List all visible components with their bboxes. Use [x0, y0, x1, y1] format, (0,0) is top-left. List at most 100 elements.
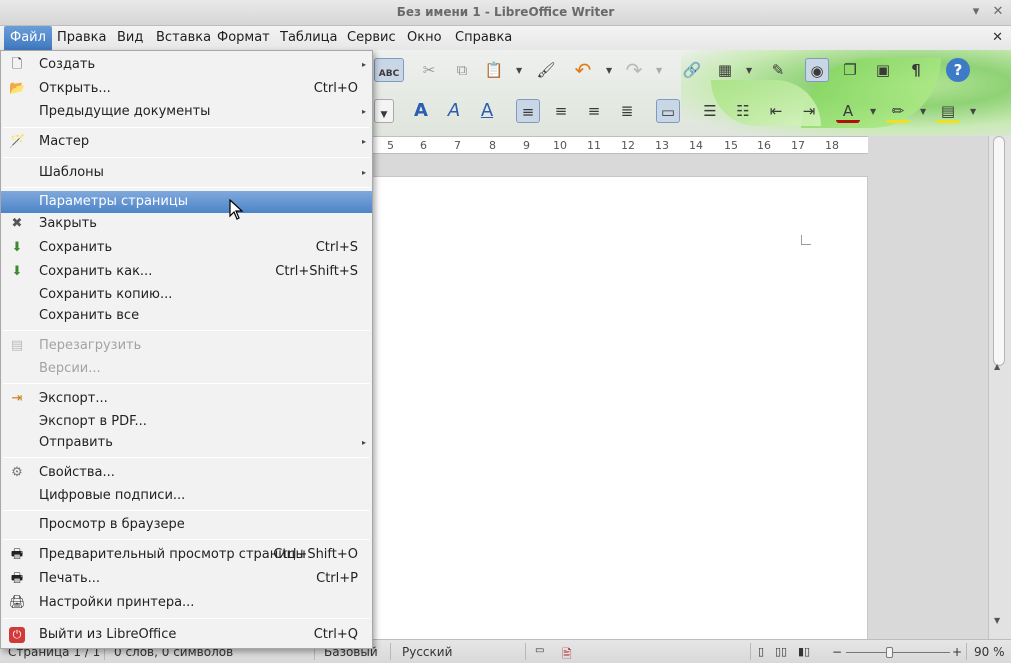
menu-item-label: Печать... [39, 571, 101, 586]
highlighting-dropdown-icon[interactable]: ▼ [920, 107, 928, 116]
scrollbar-thumb[interactable] [993, 136, 1005, 366]
menu-item-export[interactable]: ⇥ Экспорт... [1, 388, 372, 410]
menu-item-preview-in-browser[interactable]: Просмотр в браузере [1, 514, 372, 536]
menu-tools[interactable]: Сервис [341, 26, 402, 50]
paste-dropdown-icon[interactable]: ▼ [516, 66, 524, 75]
font-color-dropdown-icon[interactable]: ▼ [870, 107, 878, 116]
highlighting-icon[interactable]: ✏ [886, 99, 910, 123]
zoom-slider-knob[interactable] [886, 647, 893, 658]
menu-table[interactable]: Таблица [274, 26, 344, 50]
align-left-icon[interactable]: ≡ [516, 99, 540, 123]
menu-help[interactable]: Справка [449, 26, 518, 50]
signature-icon[interactable]: 🖹 [562, 645, 572, 663]
italic-a-icon[interactable]: A [442, 99, 466, 123]
decrease-indent-icon[interactable]: ⇤ [764, 99, 788, 123]
background-color-icon[interactable]: ▤ [936, 99, 960, 123]
submenu-arrow-icon: ▸ [361, 60, 366, 69]
menu-edit[interactable]: Правка [51, 26, 112, 50]
cut-icon[interactable]: ✂ [417, 58, 441, 82]
align-center-icon[interactable]: ≡ [549, 99, 573, 123]
language[interactable]: Русский [402, 645, 452, 659]
scroll-down-icon[interactable]: ▼ [994, 616, 1000, 625]
book-view-icon[interactable]: ▮▯ [798, 645, 810, 658]
menu-item-close[interactable]: ✖ Закрыть [1, 213, 372, 235]
minimize-icon[interactable]: ▾ [968, 4, 984, 20]
zoom-in-button[interactable]: + [952, 645, 962, 659]
menu-item-exit[interactable]: ⏻ Выйти из LibreOffice Ctrl+Q [1, 624, 372, 646]
clone-formatting-icon[interactable]: 🖌 [534, 58, 558, 82]
menu-separator [3, 127, 370, 128]
menu-item-print[interactable]: 🖶 Печать... Ctrl+P [1, 568, 372, 590]
bullets-icon[interactable]: ☷ [731, 99, 755, 123]
menu-item-print-preview[interactable]: 🖶 Предварительный просмотр страницы Ctrl… [1, 544, 372, 566]
menu-item-save[interactable]: ⬇ Сохранить Ctrl+S [1, 237, 372, 259]
table-icon[interactable]: ▦ [713, 58, 737, 82]
menu-item-open[interactable]: 📂 Открыть... Ctrl+O [1, 78, 372, 100]
menu-format[interactable]: Формат [211, 26, 276, 50]
menu-file[interactable]: Файл [4, 26, 52, 50]
horizontal-ruler[interactable]: 5 6 7 8 9 10 11 12 13 14 15 16 17 18 [372, 136, 868, 154]
menu-separator [3, 510, 370, 511]
menu-item-export-pdf[interactable]: Экспорт в PDF... [1, 411, 372, 433]
menu-item-properties[interactable]: ⚙ Свойства... [1, 462, 372, 484]
menu-item-label: Экспорт в PDF... [39, 414, 147, 429]
vertical-scrollbar[interactable]: ▲ ▼ [988, 136, 1011, 639]
data-sources-icon[interactable]: ▣ [871, 58, 895, 82]
menubar: Файл Правка Вид Вставка Формат Таблица С… [0, 26, 1011, 50]
bold-a-icon[interactable]: A [409, 99, 433, 123]
menu-view[interactable]: Вид [111, 26, 149, 50]
formatting-marks-icon[interactable]: ¶ [904, 58, 928, 82]
underline-a-icon[interactable]: A [475, 99, 499, 123]
reload-icon: ▤ [10, 338, 24, 353]
menu-item-save-as[interactable]: ⬇ Сохранить как... Ctrl+Shift+S [1, 261, 372, 283]
close-document-icon[interactable]: ✕ [992, 30, 1003, 45]
menu-item-templates[interactable]: Шаблоны ▸ [1, 162, 372, 184]
menu-item-reload[interactable]: ▤ Перезагрузить [1, 335, 372, 357]
zoom-out-button[interactable]: − [832, 645, 842, 659]
document-page[interactable] [372, 176, 868, 646]
window-close-icon[interactable]: ✕ [990, 4, 1006, 20]
menu-item-wizards[interactable]: 🪄 Мастер ▸ [1, 131, 372, 153]
scroll-up-icon[interactable]: ▲ [994, 362, 1000, 371]
menu-item-recent-documents[interactable]: Предыдущие документы ▸ [1, 101, 372, 123]
hyperlink-icon[interactable]: 🔗 [680, 58, 704, 82]
paragraph-spacing-icon[interactable]: ▭ [656, 99, 680, 123]
undo-dropdown-icon[interactable]: ▼ [606, 66, 614, 75]
paste-icon[interactable]: 📋 [482, 58, 506, 82]
navigator-icon[interactable]: ◉ [805, 58, 829, 82]
multi-page-view-icon[interactable]: ▯▯ [775, 645, 787, 658]
single-page-view-icon[interactable]: ▯ [758, 645, 764, 658]
menu-window[interactable]: Окно [401, 26, 448, 50]
zoom-slider-track[interactable] [846, 652, 950, 653]
numbering-icon[interactable]: ☰ [698, 99, 722, 123]
spellcheck-button[interactable]: ABC [374, 58, 404, 82]
copy-icon[interactable]: ⧉ [450, 58, 474, 82]
menu-item-save-all[interactable]: Сохранить все [1, 305, 372, 327]
menu-item-new[interactable]: 🗋 Создать ▸ [1, 54, 372, 76]
align-right-icon[interactable]: ≡ [582, 99, 606, 123]
menu-item-digital-signatures[interactable]: Цифровые подписи... [1, 485, 372, 507]
table-dropdown-icon[interactable]: ▼ [746, 66, 754, 75]
menu-item-versions[interactable]: Версии... [1, 358, 372, 380]
menu-item-send[interactable]: Отправить ▸ [1, 432, 372, 454]
zoom-level[interactable]: 90 % [974, 645, 1005, 659]
insert-mode-icon[interactable]: ▭ [535, 645, 544, 656]
align-justify-icon[interactable]: ≣ [615, 99, 639, 123]
undo-icon[interactable]: ↶ [571, 58, 595, 82]
background-color-dropdown-icon[interactable]: ▼ [970, 107, 978, 116]
help-icon[interactable]: ? [946, 58, 970, 82]
redo-dropdown-icon[interactable]: ▼ [656, 66, 664, 75]
menu-insert[interactable]: Вставка [150, 26, 217, 50]
save-as-icon: ⬇ [11, 264, 23, 279]
font-size-dropdown-icon[interactable]: ▼ [374, 99, 394, 123]
increase-indent-icon[interactable]: ⇥ [797, 99, 821, 123]
menu-item-save-copy[interactable]: Сохранить копию... [1, 284, 372, 306]
redo-icon[interactable]: ↷ [622, 58, 646, 82]
gallery-icon[interactable]: ❐ [838, 58, 862, 82]
menu-item-shortcut: Ctrl+Shift+S [275, 264, 358, 279]
menu-item-page-settings[interactable]: Параметры страницы [1, 191, 372, 213]
menu-item-printer-settings[interactable]: 🖨 Настройки принтера... [1, 592, 372, 614]
draw-functions-icon[interactable]: ✎ [766, 58, 790, 82]
font-color-icon[interactable]: A [836, 99, 860, 123]
menu-separator [3, 187, 370, 188]
